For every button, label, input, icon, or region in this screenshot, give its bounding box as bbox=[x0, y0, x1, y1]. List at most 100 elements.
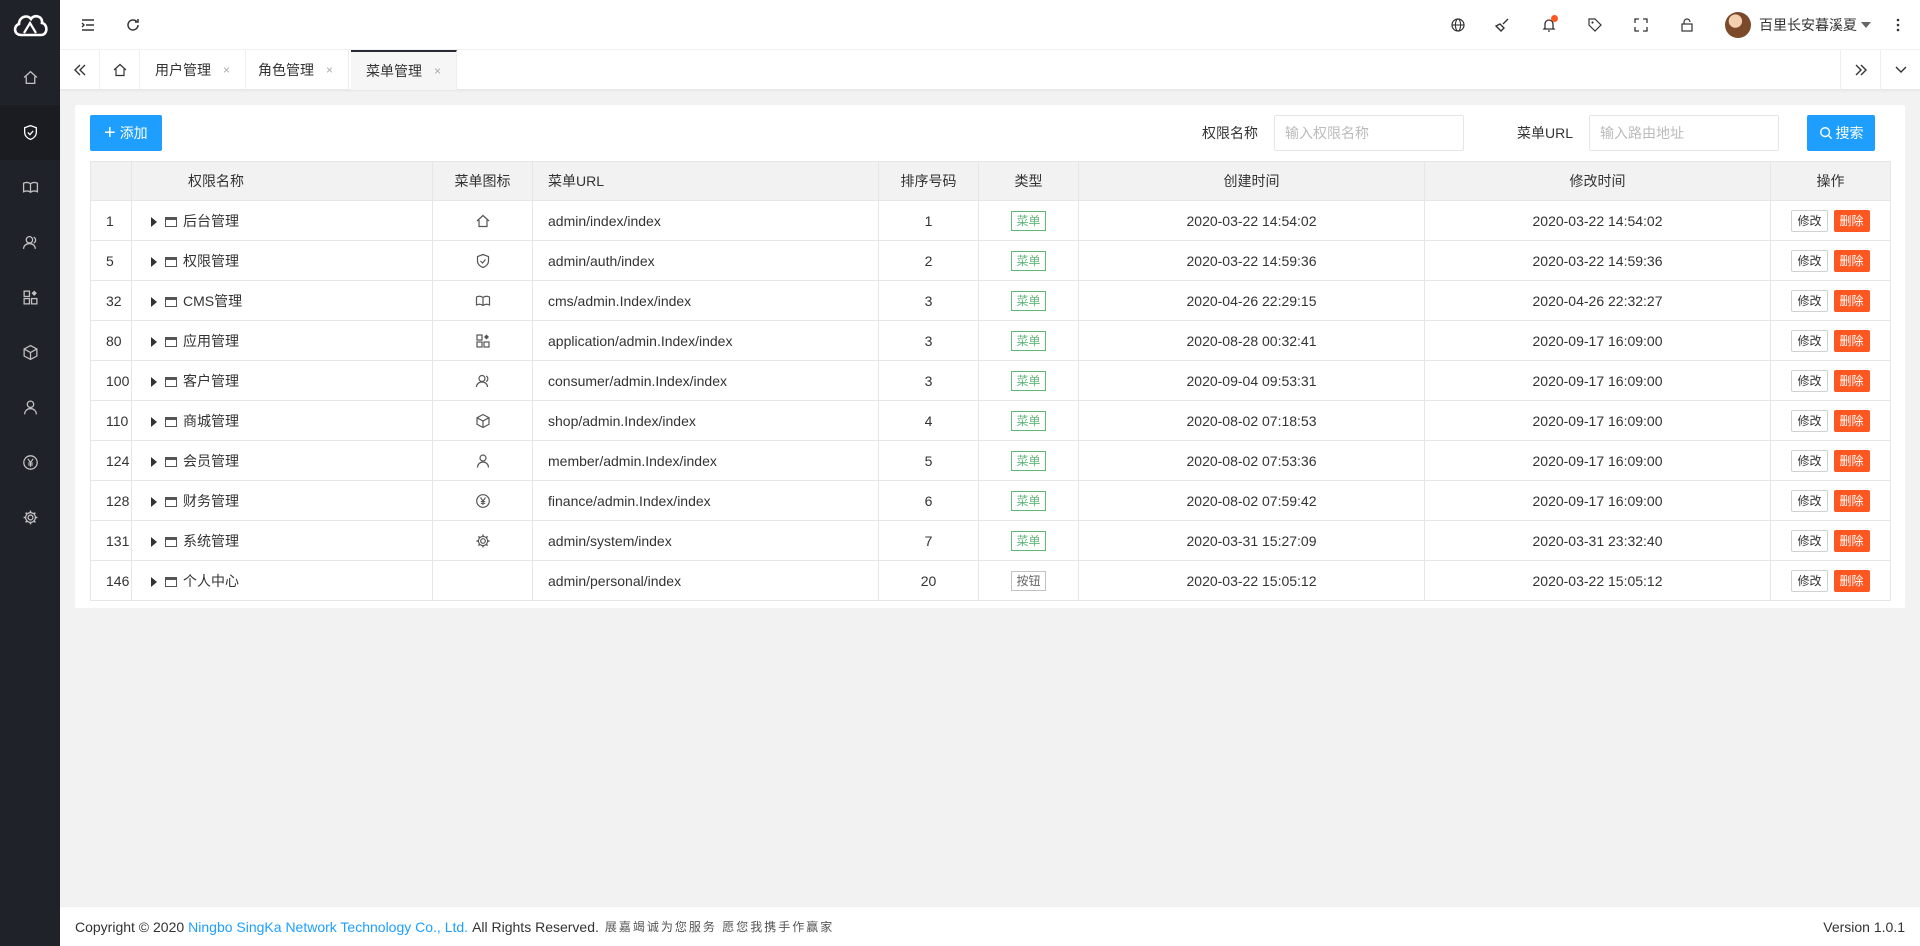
edit-button[interactable]: 修改 bbox=[1791, 209, 1828, 232]
sidebar-item-book[interactable] bbox=[0, 160, 60, 215]
expand-arrow-icon[interactable] bbox=[151, 416, 157, 427]
expand-arrow-icon[interactable] bbox=[151, 216, 157, 227]
tab-user-management[interactable]: 用户管理 × bbox=[140, 50, 247, 90]
close-icon[interactable]: × bbox=[223, 63, 230, 77]
route-url-input[interactable] bbox=[1589, 115, 1779, 151]
expand-arrow-icon[interactable] bbox=[151, 376, 157, 387]
type-badge: 菜单 bbox=[1011, 450, 1046, 471]
delete-button[interactable]: 删除 bbox=[1833, 289, 1870, 312]
sidebar-item-apps[interactable] bbox=[0, 270, 60, 325]
sidebar-item-yen[interactable] bbox=[0, 435, 60, 490]
cell-name: 个人中心 bbox=[131, 560, 433, 601]
chevron-down-icon bbox=[1895, 66, 1906, 73]
tab-menu-management[interactable]: 菜单管理 × bbox=[351, 50, 458, 90]
add-button[interactable]: + 添加 bbox=[90, 115, 162, 151]
cell-sort: 6 bbox=[878, 480, 979, 521]
broom-icon[interactable] bbox=[1485, 0, 1521, 50]
bell-icon[interactable] bbox=[1531, 0, 1567, 50]
expand-arrow-icon[interactable] bbox=[151, 456, 157, 467]
expand-arrow-icon[interactable] bbox=[151, 496, 157, 507]
delete-button[interactable]: 删除 bbox=[1833, 329, 1870, 352]
cell-sort: 5 bbox=[878, 440, 979, 481]
tab-home[interactable] bbox=[100, 50, 140, 90]
delete-button[interactable]: 删除 bbox=[1833, 409, 1870, 432]
fullscreen-icon[interactable] bbox=[1623, 0, 1659, 50]
sidebar-item-home[interactable] bbox=[0, 50, 60, 105]
search-button[interactable]: 搜索 bbox=[1807, 115, 1875, 151]
globe-icon[interactable] bbox=[1440, 0, 1476, 50]
cell-url: admin/index/index bbox=[532, 200, 879, 241]
table-row: 128 财务管理 finance/admin.Index/index 6 菜单 2020-… bbox=[90, 480, 1891, 521]
permission-name-input[interactable] bbox=[1274, 115, 1464, 151]
cell-sort: 3 bbox=[878, 280, 979, 321]
permission-name: 客户管理 bbox=[183, 372, 239, 389]
type-badge: 菜单 bbox=[1011, 490, 1046, 511]
edit-button[interactable]: 修改 bbox=[1791, 249, 1828, 272]
edit-button[interactable]: 修改 bbox=[1791, 409, 1828, 432]
cell-sort: 4 bbox=[878, 400, 979, 441]
edit-button[interactable]: 修改 bbox=[1791, 569, 1828, 592]
cell-type: 菜单 bbox=[978, 440, 1079, 481]
tab-role-management[interactable]: 角色管理 × bbox=[243, 50, 350, 90]
cell-menu-icon bbox=[432, 360, 533, 401]
cell-menu-icon bbox=[432, 200, 533, 241]
delete-button[interactable]: 删除 bbox=[1833, 369, 1870, 392]
edit-button[interactable]: 修改 bbox=[1791, 529, 1828, 552]
delete-button[interactable]: 删除 bbox=[1833, 209, 1870, 232]
delete-button[interactable]: 删除 bbox=[1833, 489, 1870, 512]
sidebar-item-cube[interactable] bbox=[0, 325, 60, 380]
close-icon[interactable]: × bbox=[434, 64, 441, 78]
expand-arrow-icon[interactable] bbox=[151, 536, 157, 547]
lock-icon[interactable] bbox=[1669, 0, 1705, 50]
sidebar-item-users[interactable] bbox=[0, 215, 60, 270]
cell-name: 财务管理 bbox=[131, 480, 433, 521]
expand-arrow-icon[interactable] bbox=[151, 336, 157, 347]
table-row: 100 客户管理 consumer/admin.Index/index 3 菜单 2020… bbox=[90, 360, 1891, 401]
delete-button[interactable]: 删除 bbox=[1833, 449, 1870, 472]
tabs-scroll-left-button[interactable] bbox=[60, 50, 100, 90]
sidebar-item-gear[interactable] bbox=[0, 490, 60, 545]
close-icon[interactable]: × bbox=[326, 63, 333, 77]
folder-icon bbox=[165, 336, 177, 347]
col-header-name: 权限名称 bbox=[131, 161, 433, 201]
menu-fold-icon[interactable] bbox=[70, 0, 106, 50]
cell-actions: 修改 删除 bbox=[1770, 280, 1891, 321]
cell-url: finance/admin.Index/index bbox=[532, 480, 879, 521]
delete-button[interactable]: 删除 bbox=[1833, 529, 1870, 552]
shield-check-icon bbox=[23, 124, 37, 141]
cell-id: 80 bbox=[90, 320, 132, 361]
refresh-icon[interactable] bbox=[115, 0, 151, 50]
edit-button[interactable]: 修改 bbox=[1791, 489, 1828, 512]
cell-id: 128 bbox=[90, 480, 132, 521]
edit-button[interactable]: 修改 bbox=[1791, 369, 1828, 392]
table-row: 131 系统管理 admin/system/index 7 菜单 2020-03-31 1… bbox=[90, 520, 1891, 561]
cell-id: 110 bbox=[90, 400, 132, 441]
edit-button[interactable]: 修改 bbox=[1791, 329, 1828, 352]
expand-arrow-icon[interactable] bbox=[151, 296, 157, 307]
slogan-text: 展嘉竭诚为您服务 愿您我携手作赢家 bbox=[604, 920, 835, 934]
delete-button[interactable]: 删除 bbox=[1833, 249, 1870, 272]
cell-url: admin/system/index bbox=[532, 520, 879, 561]
sidebar-item-user[interactable] bbox=[0, 380, 60, 435]
cell-type: 菜单 bbox=[978, 400, 1079, 441]
user-menu[interactable]: 百里长安暮溪夏 bbox=[1725, 0, 1871, 50]
delete-button[interactable]: 删除 bbox=[1833, 569, 1870, 592]
sidebar-item-shield-check[interactable] bbox=[0, 105, 60, 160]
more-vertical-icon[interactable] bbox=[1880, 0, 1916, 50]
cell-created: 2020-03-22 14:59:36 bbox=[1078, 240, 1425, 281]
edit-button[interactable]: 修改 bbox=[1791, 449, 1828, 472]
tabs-menu-button[interactable] bbox=[1880, 50, 1920, 90]
expand-arrow-icon[interactable] bbox=[151, 576, 157, 587]
edit-button[interactable]: 修改 bbox=[1791, 289, 1828, 312]
table-row: 1 后台管理 admin/index/index 1 菜单 2020-03-22 14:5… bbox=[90, 200, 1891, 241]
cell-sort: 1 bbox=[878, 200, 979, 241]
company-link[interactable]: Ningbo SingKa Network Technology Co., Lt… bbox=[188, 919, 468, 935]
tag-icon[interactable] bbox=[1577, 0, 1613, 50]
expand-arrow-icon[interactable] bbox=[151, 256, 157, 267]
cell-actions: 修改 删除 bbox=[1770, 240, 1891, 281]
tabs-scroll-right-button[interactable] bbox=[1840, 50, 1880, 90]
logo[interactable] bbox=[0, 0, 60, 50]
col-header-icon: 菜单图标 bbox=[432, 161, 533, 201]
folder-icon bbox=[165, 216, 177, 227]
top-header: 百里长安暮溪夏 bbox=[60, 0, 1920, 50]
